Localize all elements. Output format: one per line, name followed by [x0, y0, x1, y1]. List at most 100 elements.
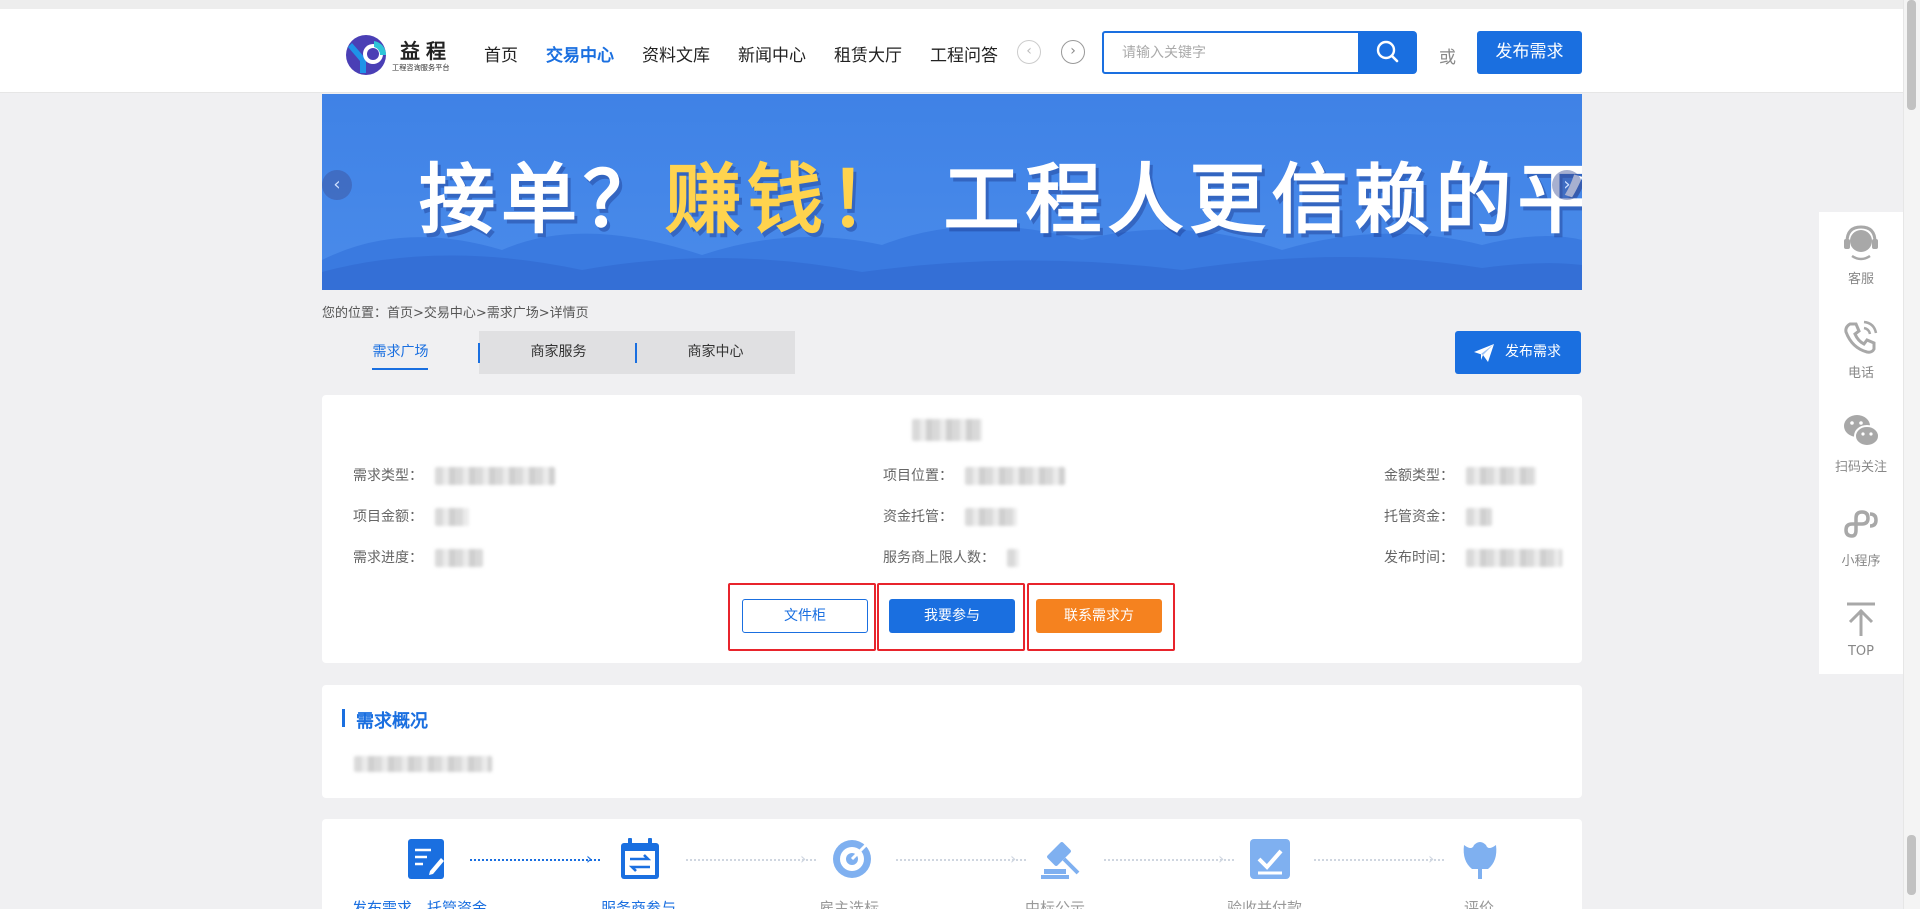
step-arrow-icon: › [1428, 849, 1435, 868]
step-label: 服务商参与 [601, 899, 677, 909]
step-label: 评价 [1464, 899, 1495, 909]
promo-banner[interactable]: 接单？赚钱！ 工程人更信赖的平台 ‹ › [322, 94, 1582, 290]
top-strip [0, 0, 1903, 9]
page-scrollbar[interactable] [1903, 0, 1920, 909]
gavel-icon [1041, 842, 1080, 879]
nav-item-document-library[interactable]: 资料文库 [642, 41, 710, 66]
banner-text-part1: 接单？ [419, 155, 665, 244]
nav-item-news-center[interactable]: 新闻中心 [738, 41, 806, 66]
sidebar-item-mini-program[interactable]: 小程序 [1819, 494, 1903, 586]
field-label: 项目金额： [353, 509, 423, 525]
mini-program-icon [1844, 510, 1878, 538]
arrow-up-icon [1847, 602, 1875, 636]
sidebar-item-back-to-top[interactable]: TOP [1819, 588, 1903, 680]
redacted-value [1466, 549, 1562, 567]
highlight-box-file-cabinet [728, 583, 876, 651]
search-icon [1376, 40, 1399, 63]
sidebar-label: 客服 [1847, 272, 1874, 287]
redacted-value [435, 508, 469, 526]
section-title-bar [342, 709, 345, 727]
field-label: 项目位置： [883, 468, 953, 484]
sidebar-label: 小程序 [1841, 554, 1881, 569]
nav-item-rental-hall[interactable]: 租赁大厅 [834, 41, 902, 66]
sidebar-item-phone[interactable]: 电话 [1819, 306, 1903, 398]
field-label: 金额类型： [1384, 468, 1454, 484]
step-label: 雇主选标 [819, 899, 880, 909]
paper-plane-icon [1474, 344, 1494, 362]
field-project-amount: 项目金额： [353, 506, 469, 526]
publish-demand-button-secondary[interactable]: 发布需求 [1455, 331, 1581, 374]
redacted-value [435, 549, 483, 567]
step-arrow-icon: › [1010, 849, 1017, 868]
floating-sidebar: 客服 电话 扫码关注 小程序 TOP [1819, 212, 1903, 674]
step-connector [686, 859, 816, 861]
banner-text-highlight: 赚钱！ [665, 155, 911, 244]
redacted-value [435, 467, 555, 485]
chevron-right-icon[interactable]: › [1061, 40, 1085, 64]
sidebar-item-scan-follow[interactable]: 扫码关注 [1819, 400, 1903, 492]
headset-icon [1844, 225, 1878, 261]
scrollbar-thumb-lower[interactable] [1907, 835, 1916, 895]
field-project-location: 项目位置： [883, 465, 1065, 485]
scrollbar-thumb[interactable] [1907, 0, 1916, 110]
banner-next-icon[interactable]: › [1552, 170, 1582, 200]
field-label: 发布时间： [1384, 550, 1454, 566]
step-connector [896, 859, 1026, 861]
step-arrow-icon: › [586, 849, 593, 868]
tab-merchant-center[interactable]: 商家中心 [637, 331, 794, 374]
field-demand-progress: 需求进度： [353, 547, 483, 567]
redacted-value [965, 467, 1065, 485]
nav-item-home[interactable]: 首页 [484, 41, 518, 66]
field-amount-type: 金额类型： [1384, 465, 1536, 485]
sidebar-item-customer-service[interactable]: 客服 [1819, 212, 1903, 304]
process-steps-card: 发布需求、托管资金 › 服务商参与 › 雇主选标 › 中标公示 › 验收并付款 [322, 819, 1582, 909]
field-label: 托管资金： [1384, 509, 1454, 525]
field-provider-limit: 服务商上限人数： [883, 547, 1019, 567]
phone-icon [1844, 320, 1878, 354]
field-label: 资金托管： [883, 509, 953, 525]
publish-demand-label: 发布需求 [1505, 344, 1561, 360]
step-connector [1314, 859, 1444, 861]
calendar-swap-icon [621, 838, 659, 879]
nav-item-engineering-qa[interactable]: 工程问答 [930, 41, 998, 66]
demand-title-redacted [912, 419, 982, 441]
search-input[interactable] [1104, 33, 1358, 72]
highlight-box-contact [1027, 583, 1175, 651]
field-demand-type: 需求类型： [353, 465, 555, 485]
redacted-value [965, 508, 1017, 526]
breadcrumb: 您的位置：首页>交易中心>需求广场>详情页 [322, 306, 589, 321]
publish-demand-button[interactable]: 发布需求 [1477, 31, 1582, 74]
logo[interactable]: 益程 工程咨询服务平台 [344, 31, 464, 79]
step-arrow-icon: › [1218, 849, 1225, 868]
redacted-value [1007, 549, 1019, 567]
logo-subtitle: 工程咨询服务平台 [392, 63, 450, 72]
banner-prev-icon[interactable]: ‹ [322, 170, 352, 200]
nav-item-trading-center[interactable]: 交易中心 [546, 41, 614, 66]
highlight-box-participate [877, 583, 1025, 651]
step-label: 发布需求、托管资金 [352, 899, 488, 909]
active-tab-underline [372, 368, 428, 370]
search-button[interactable] [1358, 31, 1417, 74]
field-label: 服务商上限人数： [883, 550, 995, 566]
or-text: 或 [1439, 48, 1456, 68]
step-connector [1104, 859, 1234, 861]
site-header: 益程 工程咨询服务平台 首页 交易中心 资料文库 新闻中心 租赁大厅 工程问答 … [0, 9, 1903, 93]
tulip-icon [1463, 842, 1497, 879]
tab-merchant-services[interactable]: 商家服务 [480, 331, 637, 374]
sidebar-label: TOP [1847, 644, 1874, 659]
section-title: 需求概况 [356, 711, 428, 732]
field-label: 需求类型： [353, 468, 423, 484]
sidebar-label: 电话 [1847, 366, 1874, 381]
step-arrow-icon: › [800, 849, 807, 868]
logo-mark-icon [346, 35, 387, 75]
overview-redacted [354, 756, 492, 772]
tab-bar: 需求广场 商家服务 商家中心 [322, 331, 795, 374]
target-icon [833, 840, 871, 878]
demand-overview-card: 需求概况 [322, 685, 1582, 798]
step-label: 验收并付款 [1227, 899, 1303, 909]
main-nav: 首页 交易中心 资料文库 新闻中心 租赁大厅 工程问答 [484, 41, 1026, 66]
chevron-left-icon[interactable]: ‹ [1017, 40, 1041, 64]
field-custody-funds: 托管资金： [1384, 506, 1492, 526]
field-fund-custody: 资金托管： [883, 506, 1017, 526]
logo-name: 益程 [400, 39, 452, 63]
